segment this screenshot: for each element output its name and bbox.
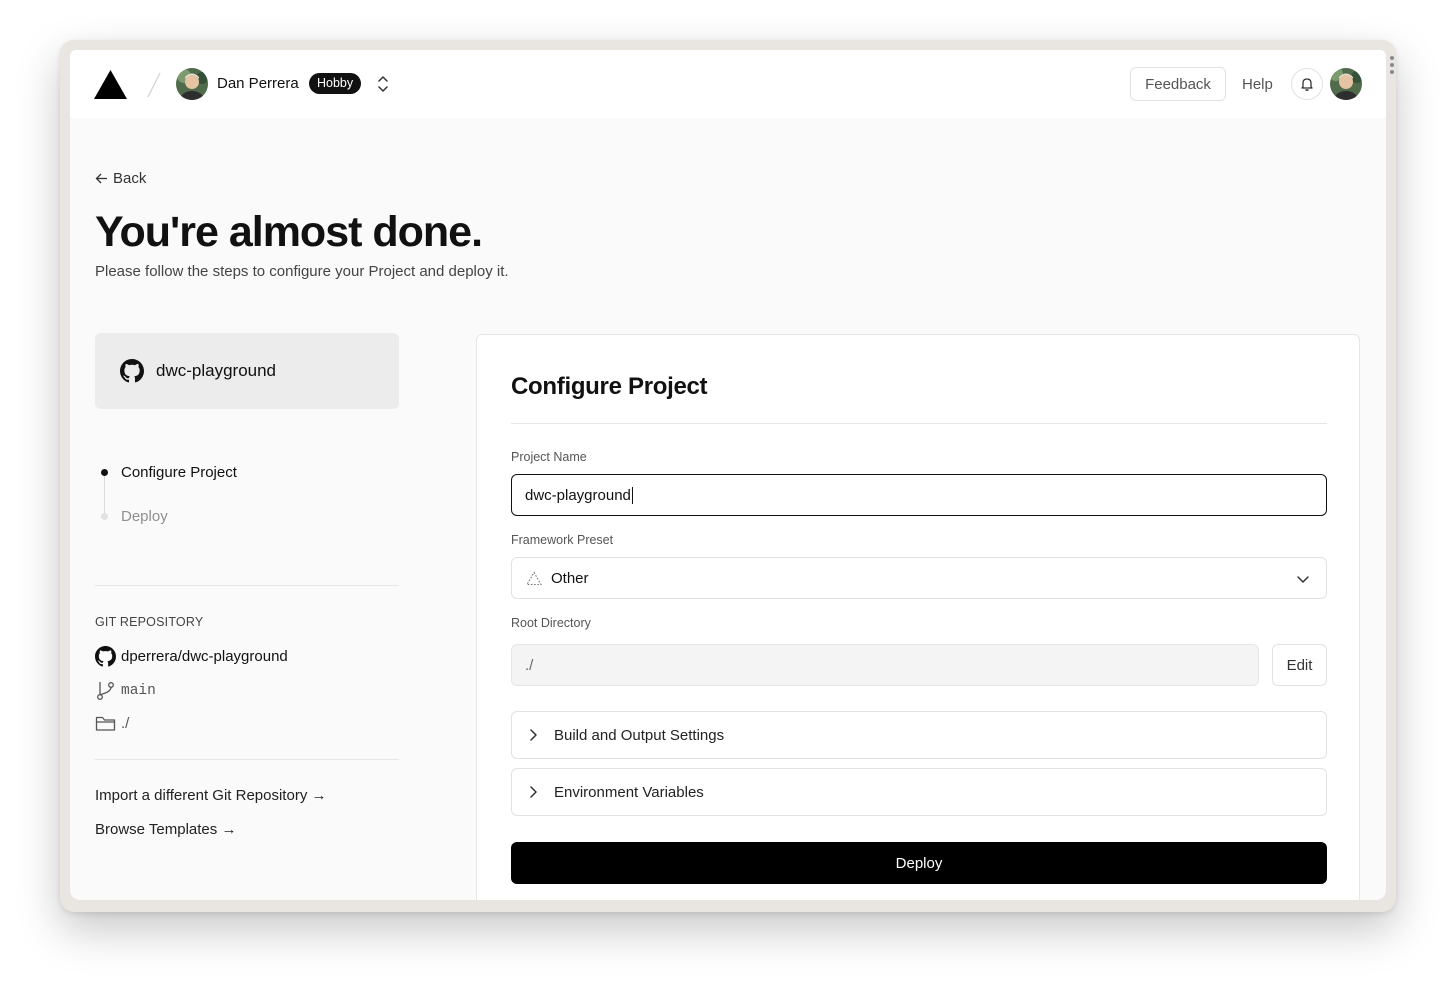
build-output-settings-accordion[interactable]: Build and Output Settings: [511, 711, 1327, 759]
git-directory-row: ./: [95, 714, 129, 733]
github-icon: [120, 359, 144, 383]
step-deploy: Deploy: [121, 508, 168, 525]
folder-icon: [95, 716, 116, 731]
bell-icon: [1301, 78, 1313, 91]
repo-card-name: dwc-playground: [156, 361, 277, 380]
framework-preset-label: Framework Preset: [511, 533, 614, 547]
page-title: You're almost done.: [95, 208, 483, 256]
arrow-left-icon: [95, 173, 107, 184]
project-name-value: dwc-playground: [525, 486, 631, 504]
framework-preset-value: Other: [551, 569, 589, 587]
sidebar-divider: [95, 759, 399, 760]
repo-card: dwc-playground: [95, 333, 399, 409]
chevron-right-icon: [530, 786, 537, 798]
environment-variables-label: Environment Variables: [554, 783, 704, 801]
git-repository-name: dperrera/dwc-playground: [121, 648, 288, 665]
team-avatar[interactable]: [176, 68, 208, 100]
browse-templates-link[interactable]: Browse Templates →: [95, 821, 236, 838]
git-branch-icon: [97, 682, 114, 700]
chevron-right-icon: [530, 729, 537, 741]
step-configure-project: Configure Project: [121, 464, 237, 481]
git-repository-row[interactable]: dperrera/dwc-playground: [95, 646, 288, 667]
project-name-input[interactable]: dwc-playground: [511, 474, 1327, 516]
git-branch-row: main: [95, 680, 156, 701]
top-nav: Dan Perrera Hobby Feedback Help: [70, 50, 1386, 118]
page-subtitle: Please follow the steps to configure you…: [95, 263, 509, 280]
project-name-label: Project Name: [511, 450, 587, 464]
import-different-repo-link[interactable]: Import a different Git Repository →: [95, 787, 326, 804]
help-link[interactable]: Help: [1242, 76, 1273, 93]
deploy-button[interactable]: Deploy: [511, 842, 1327, 884]
window-menu-dots: [1390, 56, 1394, 77]
app-window: Dan Perrera Hobby Feedback Help Back You…: [70, 50, 1386, 900]
framework-preset-select[interactable]: Other: [511, 557, 1327, 599]
github-icon: [95, 646, 116, 667]
step-dot-active: [101, 469, 108, 476]
git-branch-name: main: [121, 682, 156, 699]
panel-divider: [511, 423, 1327, 424]
git-repository-heading: GIT REPOSITORY: [95, 615, 204, 629]
user-avatar[interactable]: [1330, 68, 1362, 100]
progress-steps: Configure Project Deploy: [95, 460, 395, 530]
framework-triangle-icon: [526, 570, 542, 585]
vercel-logo-icon[interactable]: [94, 70, 127, 99]
step-connector: [104, 474, 105, 518]
breadcrumb-slash-icon: [147, 72, 161, 98]
root-directory-input: ./: [511, 644, 1259, 686]
step-dot-inactive: [101, 513, 108, 520]
panel-title: Configure Project: [511, 373, 708, 400]
notifications-button[interactable]: [1291, 68, 1323, 100]
environment-variables-accordion[interactable]: Environment Variables: [511, 768, 1327, 816]
chevron-down-icon: [1297, 576, 1309, 583]
root-directory-label: Root Directory: [511, 616, 591, 630]
edit-root-directory-button[interactable]: Edit: [1272, 644, 1327, 686]
back-label: Back: [113, 170, 147, 187]
plan-badge: Hobby: [309, 73, 362, 94]
sidebar-divider: [95, 585, 399, 586]
text-caret: [631, 486, 633, 504]
feedback-button[interactable]: Feedback: [1130, 67, 1226, 101]
git-directory-path: ./: [121, 715, 130, 732]
back-link[interactable]: Back: [95, 170, 146, 187]
build-output-settings-label: Build and Output Settings: [554, 726, 725, 744]
chevron-up-down-icon[interactable]: [376, 74, 390, 94]
configure-project-panel: Configure Project Project Name dwc-playg…: [476, 334, 1360, 900]
team-name[interactable]: Dan Perrera: [217, 75, 299, 92]
